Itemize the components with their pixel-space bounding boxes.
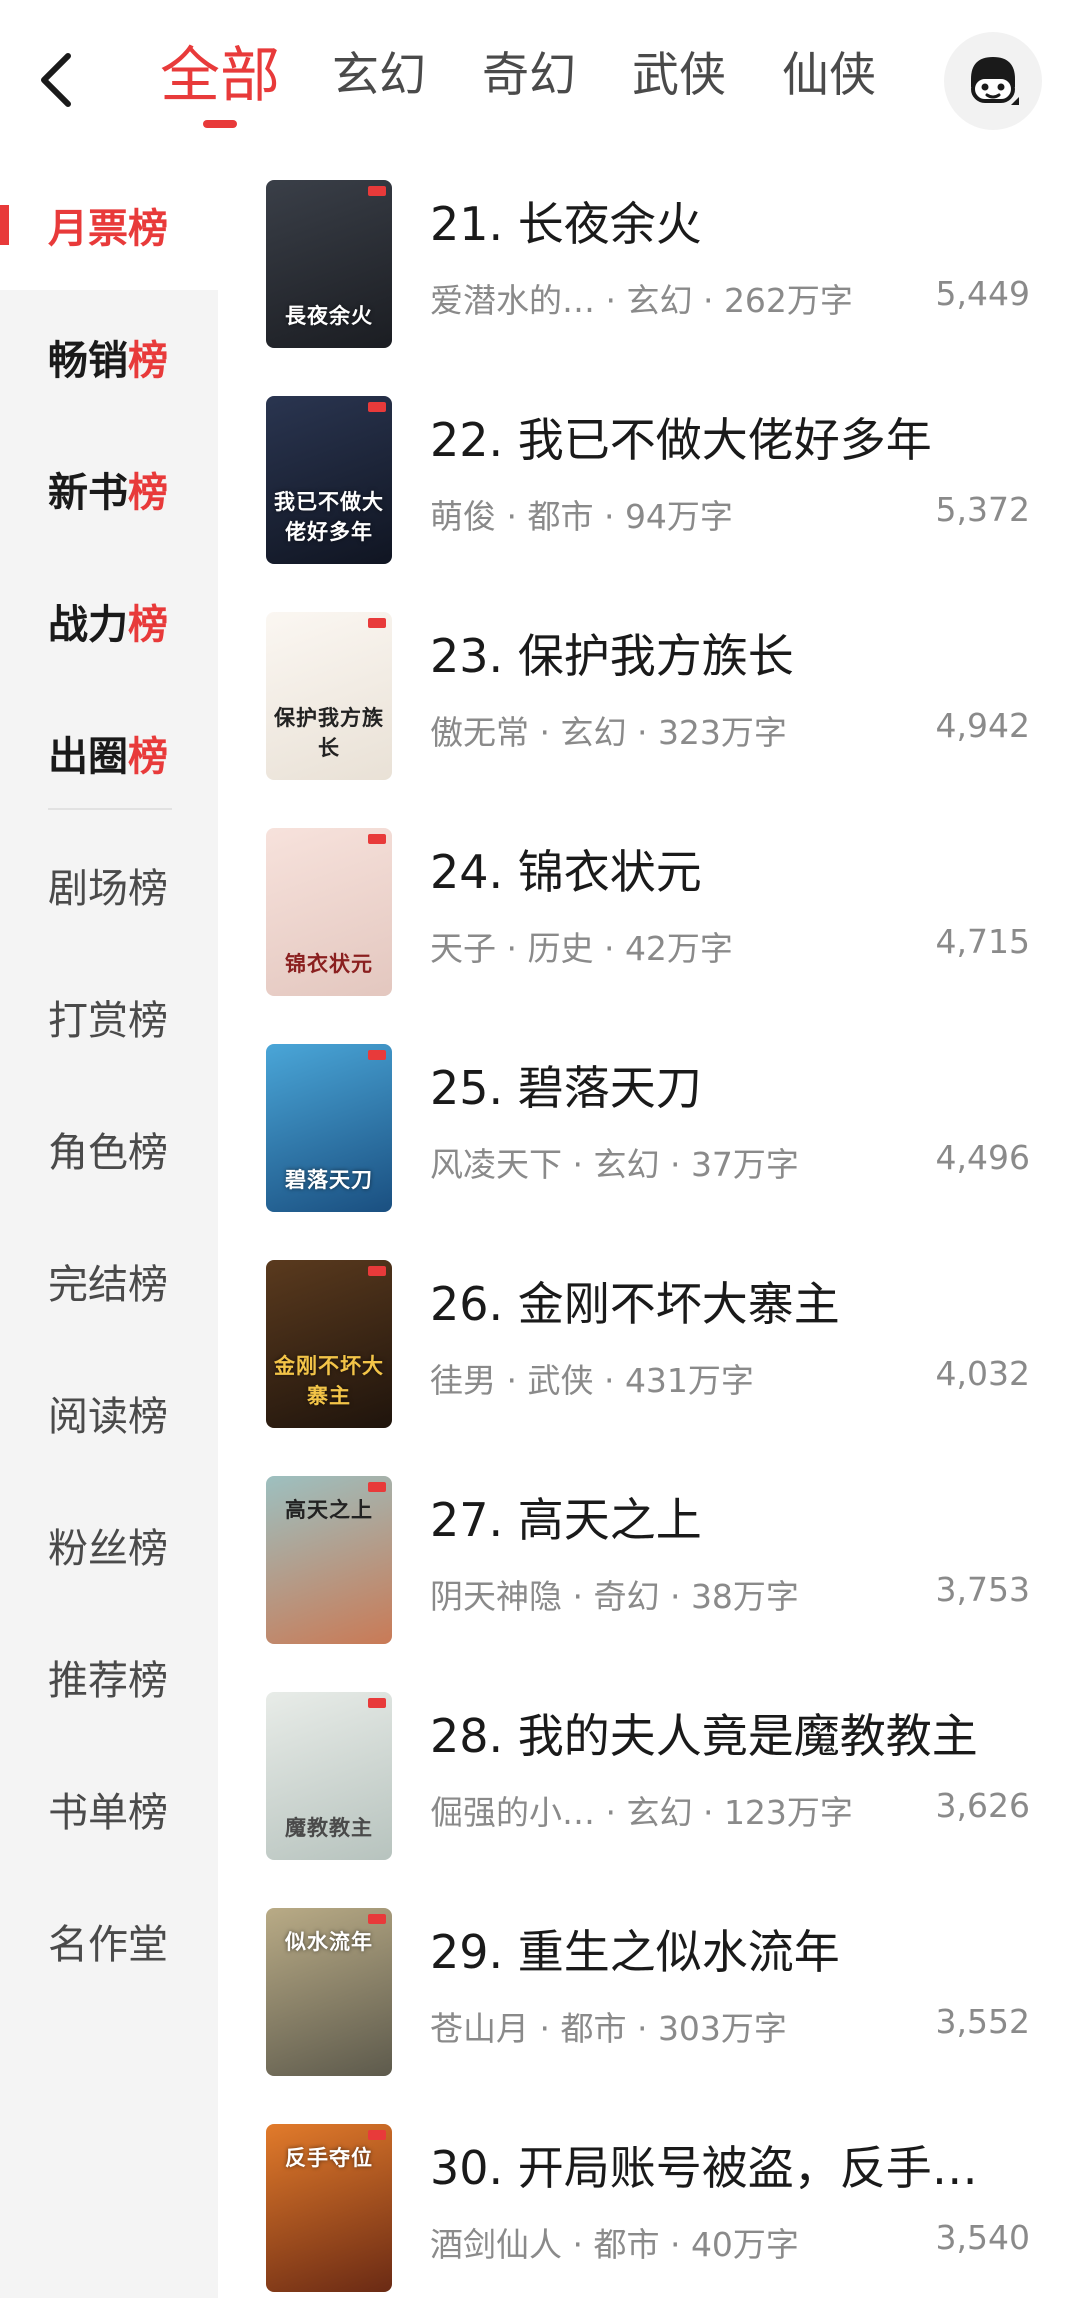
book-meta: 阴天神隐 · 奇幻 · 38万字 bbox=[430, 1577, 799, 1616]
publisher-tag bbox=[368, 402, 386, 412]
book-title: 22. 我已不做大佬好多年 bbox=[430, 413, 932, 467]
book-cover-title: 金刚不坏大寨主 bbox=[274, 1353, 384, 1408]
book-row[interactable]: 長夜余火 21. 长夜余火 爱潜水的… · 玄幻 · 262万字 5,449 bbox=[218, 170, 1080, 386]
sidebar-item-theater[interactable]: 剧场榜 bbox=[0, 820, 218, 950]
book-meta: 苍山月 · 都市 · 303万字 bbox=[430, 2009, 787, 2048]
chevron-left-icon bbox=[41, 53, 71, 107]
ticket-count: 4,942 bbox=[935, 706, 1030, 745]
sidebar-item-booklist[interactable]: 书单榜 bbox=[0, 1744, 218, 1874]
book-cover-title: 保护我方族长 bbox=[274, 705, 384, 760]
sidebar-item-monthly-ticket[interactable]: 月票榜 bbox=[0, 160, 218, 290]
ticket-count: 5,449 bbox=[935, 274, 1030, 313]
ticket-count: 4,496 bbox=[935, 1138, 1030, 1177]
book-cover-title: 高天之上 bbox=[285, 1497, 373, 1522]
book-row[interactable]: 魔教教主 28. 我的夫人竟是魔教教主 倔强的小… · 玄幻 · 123万字 3… bbox=[218, 1682, 1080, 1898]
back-button[interactable] bbox=[26, 42, 86, 118]
book-cover[interactable]: 金刚不坏大寨主 bbox=[266, 1260, 392, 1428]
book-cover-title: 锦衣状元 bbox=[285, 951, 373, 976]
ticket-count: 5,372 bbox=[935, 490, 1030, 529]
book-cover-title: 碧落天刀 bbox=[285, 1167, 373, 1192]
publisher-tag bbox=[368, 1050, 386, 1060]
book-title: 28. 我的夫人竟是魔教教主 bbox=[430, 1709, 978, 1763]
book-cover[interactable]: 長夜余火 bbox=[266, 180, 392, 348]
book-title: 21. 长夜余火 bbox=[430, 197, 702, 251]
book-title: 23. 保护我方族长 bbox=[430, 629, 794, 683]
book-cover-title: 我已不做大佬好多年 bbox=[274, 489, 384, 544]
book-meta: 天子 · 历史 · 42万字 bbox=[430, 929, 733, 968]
book-meta: 萌俊 · 都市 · 94万字 bbox=[430, 497, 733, 536]
book-cover[interactable]: 我已不做大佬好多年 bbox=[266, 396, 392, 564]
sidebar-divider bbox=[48, 808, 172, 810]
book-cover[interactable]: 碧落天刀 bbox=[266, 1044, 392, 1212]
book-row[interactable]: 似水流年 29. 重生之似水流年 苍山月 · 都市 · 303万字 3,552 bbox=[218, 1898, 1080, 2114]
sidebar-item-tips[interactable]: 打赏榜 bbox=[0, 952, 218, 1082]
book-meta: 酒剑仙人 · 都市 · 40万字 bbox=[430, 2225, 799, 2264]
book-row[interactable]: 我已不做大佬好多年 22. 我已不做大佬好多年 萌俊 · 都市 · 94万字 5… bbox=[218, 386, 1080, 602]
book-title: 29. 重生之似水流年 bbox=[430, 1925, 840, 1979]
publisher-tag bbox=[368, 1266, 386, 1276]
sidebar-item-bestseller[interactable]: 畅销榜 bbox=[0, 292, 218, 422]
sidebar-item-reading[interactable]: 阅读榜 bbox=[0, 1348, 218, 1478]
book-meta: 风凌天下 · 玄幻 · 37万字 bbox=[430, 1145, 799, 1184]
sidebar-item-new-books[interactable]: 新书榜 bbox=[0, 424, 218, 554]
book-row[interactable]: 反手夺位 30. 开局账号被盗，反手… 酒剑仙人 · 都市 · 40万字 3,5… bbox=[218, 2114, 1080, 2298]
avatar-button[interactable] bbox=[944, 32, 1042, 130]
sidebar-item-power[interactable]: 战力榜 bbox=[0, 556, 218, 686]
tab-wuxia[interactable]: 武侠 bbox=[632, 32, 726, 120]
sidebar-item-completed[interactable]: 完结榜 bbox=[0, 1216, 218, 1346]
tab-all[interactable]: 全部 bbox=[160, 32, 280, 120]
publisher-tag bbox=[368, 618, 386, 628]
ticket-count: 4,032 bbox=[935, 1354, 1030, 1393]
sidebar-item-recommend[interactable]: 推荐榜 bbox=[0, 1612, 218, 1742]
book-title: 26. 金刚不坏大寨主 bbox=[430, 1277, 840, 1331]
book-cover-title: 似水流年 bbox=[285, 1929, 373, 1954]
book-cover[interactable]: 锦衣状元 bbox=[266, 828, 392, 996]
book-row[interactable]: 保护我方族长 23. 保护我方族长 傲无常 · 玄幻 · 323万字 4,942 bbox=[218, 602, 1080, 818]
ticket-count: 3,540 bbox=[935, 2218, 1030, 2257]
book-cover[interactable]: 魔教教主 bbox=[266, 1692, 392, 1860]
book-ranking-list: 長夜余火 21. 长夜余火 爱潜水的… · 玄幻 · 262万字 5,449 我… bbox=[218, 160, 1080, 2298]
category-tabs: 全部 玄幻 奇幻 武侠 仙侠 bbox=[160, 32, 932, 132]
publisher-tag bbox=[368, 186, 386, 196]
book-title: 25. 碧落天刀 bbox=[430, 1061, 702, 1115]
book-cover[interactable]: 似水流年 bbox=[266, 1908, 392, 2076]
book-meta: 傲无常 · 玄幻 · 323万字 bbox=[430, 713, 787, 752]
book-row[interactable]: 高天之上 27. 高天之上 阴天神隐 · 奇幻 · 38万字 3,753 bbox=[218, 1466, 1080, 1682]
ticket-count: 4,715 bbox=[935, 922, 1030, 961]
tab-xianxia[interactable]: 仙侠 bbox=[782, 32, 876, 120]
book-row[interactable]: 锦衣状元 24. 锦衣状元 天子 · 历史 · 42万字 4,715 bbox=[218, 818, 1080, 1034]
ranking-sidebar: 月票榜 畅销榜 新书榜 战力榜 出圈榜 剧场榜 打赏榜 角色榜 完结榜 阅读榜 … bbox=[0, 160, 218, 2298]
book-title: 24. 锦衣状元 bbox=[430, 845, 702, 899]
book-title: 30. 开局账号被盗，反手… bbox=[430, 2141, 978, 2195]
sidebar-item-hall-of-fame[interactable]: 名作堂 bbox=[0, 1876, 218, 2006]
tab-xuanhuan[interactable]: 玄幻 bbox=[332, 32, 426, 120]
publisher-tag bbox=[368, 2130, 386, 2140]
book-cover-title: 長夜余火 bbox=[285, 303, 373, 328]
top-bar: 全部 玄幻 奇幻 武侠 仙侠 bbox=[0, 0, 1080, 160]
ticket-count: 3,626 bbox=[935, 1786, 1030, 1825]
book-meta: 爱潜水的… · 玄幻 · 262万字 bbox=[430, 281, 853, 320]
sidebar-item-breakout[interactable]: 出圈榜 bbox=[0, 688, 218, 818]
sidebar-item-characters[interactable]: 角色榜 bbox=[0, 1084, 218, 1214]
ticket-count: 3,552 bbox=[935, 2002, 1030, 2041]
avatar-icon bbox=[971, 57, 1019, 105]
book-title: 27. 高天之上 bbox=[430, 1493, 702, 1547]
book-cover[interactable]: 反手夺位 bbox=[266, 2124, 392, 2292]
book-cover[interactable]: 保护我方族长 bbox=[266, 612, 392, 780]
publisher-tag bbox=[368, 1914, 386, 1924]
publisher-tag bbox=[368, 1482, 386, 1492]
publisher-tag bbox=[368, 1698, 386, 1708]
book-cover-title: 魔教教主 bbox=[285, 1815, 373, 1840]
ticket-count: 3,753 bbox=[935, 1570, 1030, 1609]
book-cover-title: 反手夺位 bbox=[285, 2145, 373, 2170]
book-row[interactable]: 金刚不坏大寨主 26. 金刚不坏大寨主 徍男 · 武侠 · 431万字 4,03… bbox=[218, 1250, 1080, 1466]
book-row[interactable]: 碧落天刀 25. 碧落天刀 风凌天下 · 玄幻 · 37万字 4,496 bbox=[218, 1034, 1080, 1250]
book-meta: 徍男 · 武侠 · 431万字 bbox=[430, 1361, 754, 1400]
tab-qihuan[interactable]: 奇幻 bbox=[482, 32, 576, 120]
sidebar-item-fans[interactable]: 粉丝榜 bbox=[0, 1480, 218, 1610]
book-cover[interactable]: 高天之上 bbox=[266, 1476, 392, 1644]
publisher-tag bbox=[368, 834, 386, 844]
book-meta: 倔强的小… · 玄幻 · 123万字 bbox=[430, 1793, 853, 1832]
